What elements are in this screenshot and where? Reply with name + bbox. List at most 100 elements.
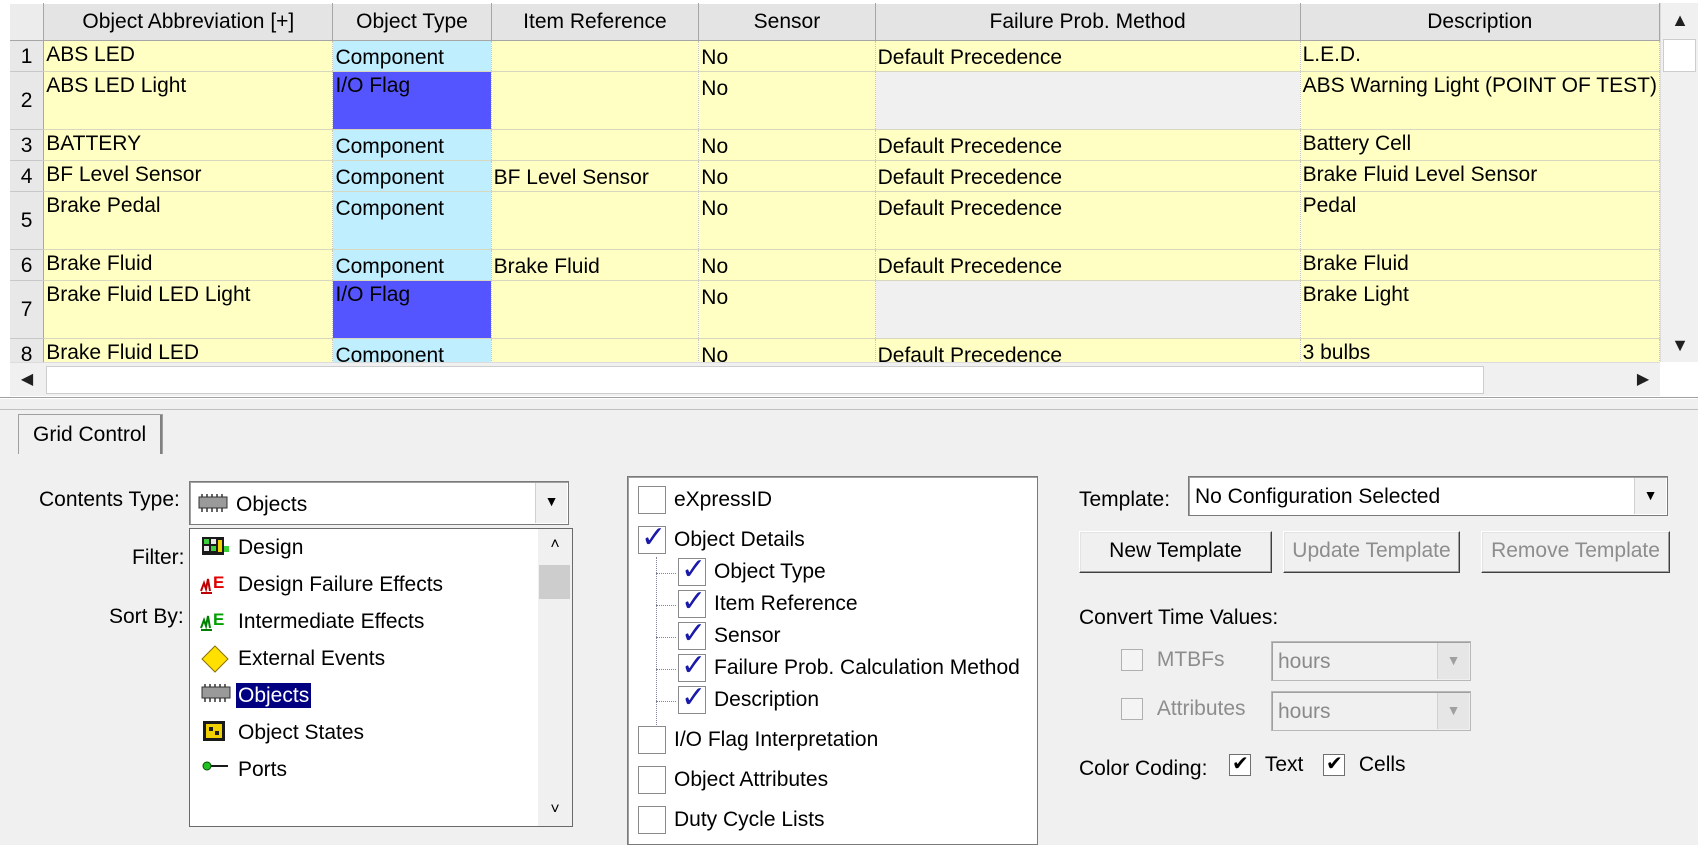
description-cell[interactable]: Brake Fluid Level Sensor: [1300, 160, 1660, 192]
dropdown-option-design-failure-effects[interactable]: E Design Failure Effects: [200, 571, 445, 605]
column-header-description[interactable]: Description: [1300, 3, 1660, 41]
row-number-cell[interactable]: 3: [10, 129, 45, 161]
item-reference-cell[interactable]: [491, 191, 700, 250]
tree-checkbox[interactable]: ✓: [678, 649, 706, 682]
tab-grid-control[interactable]: Grid Control: [18, 414, 163, 454]
new-template-button[interactable]: New Template: [1079, 531, 1272, 573]
tree-checkbox[interactable]: [638, 726, 666, 754]
description-cell[interactable]: Battery Cell: [1300, 129, 1660, 161]
corner-cell[interactable]: [10, 3, 45, 41]
abbreviation-cell[interactable]: BF Level Sensor: [43, 160, 334, 192]
column-header-object-type[interactable]: Object Type: [332, 3, 492, 41]
table-row[interactable]: 7 Brake Fluid LED Light I/O Flag No Brake Li…: [10, 280, 1660, 339]
dropdown-option-ports[interactable]: Ports: [200, 756, 289, 790]
failure-method-cell[interactable]: Default Precedence: [875, 249, 1301, 281]
sensor-cell[interactable]: No: [698, 280, 876, 339]
dropdown-arrow-icon[interactable]: ▼: [1634, 478, 1666, 514]
column-header-failure-method[interactable]: Failure Prob. Method: [875, 3, 1301, 41]
tree-checkbox[interactable]: [638, 766, 666, 794]
dropdown-option-external-events[interactable]: External Events: [200, 645, 387, 679]
scroll-up-icon[interactable]: ▲: [1661, 3, 1698, 37]
object-type-cell[interactable]: I/O Flag: [332, 71, 492, 130]
sensor-cell[interactable]: No: [698, 249, 876, 281]
dropdown-arrow-icon[interactable]: ▼: [535, 483, 567, 523]
dropdown-scroll-thumb[interactable]: [539, 565, 570, 599]
sensor-cell[interactable]: No: [698, 191, 876, 250]
cells-checkbox[interactable]: ✔: [1323, 753, 1345, 777]
mtbf-option[interactable]: MTBFs: [1121, 648, 1225, 672]
item-reference-cell[interactable]: [491, 280, 700, 339]
table-row[interactable]: 1 ABS LED Component No Default Precedence L.E…: [10, 40, 1660, 72]
dropdown-option-objects[interactable]: Objects: [200, 682, 312, 716]
scroll-right-icon[interactable]: ▶: [1626, 363, 1660, 397]
dropdown-scrollbar[interactable]: ˄ ˅: [538, 529, 572, 826]
row-number-cell[interactable]: 4: [10, 160, 45, 192]
column-header-item-reference[interactable]: Item Reference: [491, 3, 700, 41]
scroll-left-icon[interactable]: ◀: [10, 363, 44, 397]
tree-checkbox[interactable]: ✓: [678, 585, 706, 618]
chevron-up-icon[interactable]: ˄: [538, 529, 572, 561]
tree-checkbox[interactable]: [638, 486, 666, 514]
description-cell[interactable]: Brake Fluid: [1300, 249, 1660, 281]
table-row[interactable]: 6 Brake Fluid Component Brake Fluid No Defaul…: [10, 249, 1660, 281]
tree-item-i-o-flag-interpretation[interactable]: I/O Flag Interpretation: [638, 726, 878, 756]
text-checkbox[interactable]: ✔: [1229, 753, 1251, 777]
attributes-option[interactable]: Attributes: [1121, 697, 1246, 721]
table-row[interactable]: 4 BF Level Sensor Component BF Level Sensor…: [10, 160, 1660, 192]
row-number-cell[interactable]: 8: [10, 338, 45, 362]
sensor-cell[interactable]: No: [698, 40, 876, 72]
object-type-cell[interactable]: Component: [332, 129, 492, 161]
tree-item-object-type[interactable]: ✓ Object Type: [656, 553, 826, 588]
scroll-down-icon[interactable]: ▼: [1661, 328, 1698, 362]
color-coding-cells-option[interactable]: ✔ Cells: [1323, 753, 1406, 777]
sensor-cell[interactable]: No: [698, 160, 876, 192]
sensor-cell[interactable]: No: [698, 129, 876, 161]
table-row[interactable]: 8 Brake Fluid LED Component No Default Prece…: [10, 338, 1660, 362]
description-cell[interactable]: L.E.D.: [1300, 40, 1660, 72]
tree-checkbox[interactable]: ✓: [678, 617, 706, 650]
column-tree[interactable]: eXpressID ✓ Object Details ✓ Object Type ✓ Ite…: [627, 476, 1038, 845]
column-header-abbreviation[interactable]: Object Abbreviation [+]: [43, 3, 334, 41]
abbreviation-cell[interactable]: Brake Fluid LED: [43, 338, 334, 362]
sensor-cell[interactable]: No: [698, 338, 876, 362]
abbreviation-cell[interactable]: ABS LED: [43, 40, 334, 72]
panel-splitter[interactable]: [0, 398, 1698, 410]
failure-method-cell[interactable]: Default Precedence: [875, 40, 1301, 72]
contents-type-select[interactable]: Objects ▼: [189, 481, 569, 525]
update-template-button[interactable]: Update Template: [1283, 531, 1460, 573]
row-number-cell[interactable]: 5: [10, 191, 45, 250]
tree-checkbox[interactable]: ✓: [678, 553, 706, 586]
attributes-unit-select[interactable]: hours ▼: [1271, 691, 1471, 731]
template-select[interactable]: No Configuration Selected ▼: [1188, 476, 1668, 516]
item-reference-cell[interactable]: [491, 71, 700, 130]
failure-method-cell[interactable]: Default Precedence: [875, 160, 1301, 192]
tree-item-description[interactable]: ✓ Description: [656, 681, 819, 716]
row-number-cell[interactable]: 6: [10, 249, 45, 281]
row-number-cell[interactable]: 7: [10, 280, 45, 339]
mtbf-unit-select[interactable]: hours ▼: [1271, 641, 1471, 681]
description-cell[interactable]: ABS Warning Light (POINT OF TEST): [1300, 71, 1660, 130]
failure-method-cell[interactable]: [875, 71, 1301, 130]
tree-item-duty-cycle-lists[interactable]: Duty Cycle Lists: [638, 806, 825, 836]
tree-item-object-attributes[interactable]: Object Attributes: [638, 766, 828, 796]
grid-vertical-scrollbar[interactable]: ▲ ▼: [1660, 3, 1698, 362]
failure-method-cell[interactable]: Default Precedence: [875, 191, 1301, 250]
abbreviation-cell[interactable]: ABS LED Light: [43, 71, 334, 130]
tree-checkbox[interactable]: ✓: [638, 521, 666, 554]
contents-type-dropdown-list[interactable]: Design E Design Failure Effects E Intermedia…: [189, 528, 573, 827]
attributes-checkbox[interactable]: [1121, 698, 1143, 721]
tree-item-object-details[interactable]: ✓ Object Details: [638, 521, 805, 556]
failure-method-cell[interactable]: Default Precedence: [875, 338, 1301, 362]
dropdown-option-design[interactable]: Design: [200, 534, 305, 568]
failure-method-cell[interactable]: [875, 280, 1301, 339]
object-type-cell[interactable]: I/O Flag: [332, 280, 492, 339]
grid-horizontal-scrollbar[interactable]: ◀ ▶: [10, 362, 1660, 396]
tree-checkbox[interactable]: [638, 806, 666, 834]
description-cell[interactable]: 3 bulbs: [1300, 338, 1660, 362]
horizontal-scroll-thumb[interactable]: [46, 366, 1484, 394]
tree-item-expressid[interactable]: eXpressID: [638, 486, 772, 516]
item-reference-cell[interactable]: Brake Fluid: [491, 249, 700, 281]
item-reference-cell[interactable]: [491, 129, 700, 161]
remove-template-button[interactable]: Remove Template: [1481, 531, 1670, 573]
abbreviation-cell[interactable]: Brake Fluid: [43, 249, 334, 281]
